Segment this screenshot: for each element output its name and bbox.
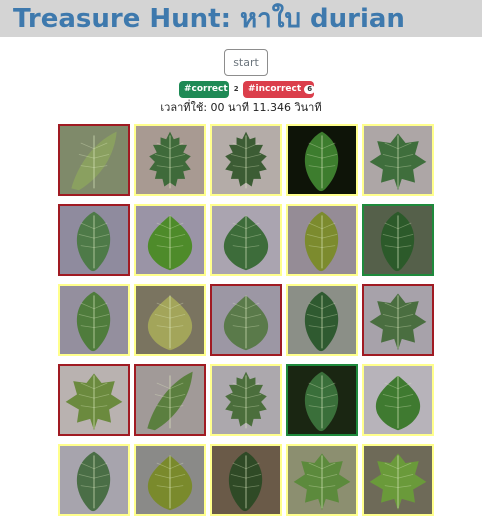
leaf-tile[interactable] bbox=[134, 284, 206, 356]
leaf-image bbox=[60, 206, 128, 274]
leaf-image bbox=[60, 286, 128, 354]
leaf-tile[interactable] bbox=[362, 204, 434, 276]
leaf-tile[interactable] bbox=[286, 364, 358, 436]
leaf-tile[interactable] bbox=[362, 364, 434, 436]
correct-count: 2 bbox=[230, 85, 242, 94]
leaf-image bbox=[136, 366, 204, 434]
leaf-image bbox=[288, 446, 356, 514]
leaf-image bbox=[288, 206, 356, 274]
leaf-tile[interactable] bbox=[134, 124, 206, 196]
leaf-tile[interactable] bbox=[58, 364, 130, 436]
start-button[interactable]: start bbox=[224, 49, 268, 76]
leaf-tile[interactable] bbox=[362, 444, 434, 516]
leaf-image bbox=[212, 126, 280, 194]
leaf-image bbox=[60, 446, 128, 514]
page-title: Treasure Hunt: หาใบ durian bbox=[13, 4, 405, 34]
leaf-tile[interactable] bbox=[58, 124, 130, 196]
leaf-image bbox=[212, 446, 280, 514]
leaf-tile[interactable] bbox=[134, 444, 206, 516]
leaf-image bbox=[136, 206, 204, 274]
leaf-image bbox=[212, 286, 280, 354]
leaf-image bbox=[288, 126, 356, 194]
leaf-tile[interactable] bbox=[362, 284, 434, 356]
leaf-tile-grid bbox=[58, 124, 434, 516]
title-bar: Treasure Hunt: หาใบ durian bbox=[0, 0, 482, 37]
leaf-image bbox=[136, 126, 204, 194]
leaf-tile[interactable] bbox=[134, 204, 206, 276]
correct-badge-label: #correct bbox=[184, 84, 228, 94]
leaf-tile[interactable] bbox=[58, 204, 130, 276]
leaf-image bbox=[136, 286, 204, 354]
leaf-image bbox=[136, 446, 204, 514]
leaf-tile[interactable] bbox=[286, 124, 358, 196]
incorrect-badge[interactable]: #incorrect 6 bbox=[243, 81, 316, 98]
leaf-image bbox=[364, 366, 432, 434]
incorrect-count: 6 bbox=[304, 85, 316, 94]
leaf-image bbox=[364, 446, 432, 514]
leaf-tile[interactable] bbox=[210, 204, 282, 276]
leaf-image bbox=[364, 126, 432, 194]
leaf-image bbox=[60, 366, 128, 434]
incorrect-badge-label: #incorrect bbox=[248, 84, 302, 94]
leaf-image bbox=[288, 286, 356, 354]
leaf-tile[interactable] bbox=[58, 284, 130, 356]
leaf-image bbox=[60, 126, 128, 194]
leaf-tile[interactable] bbox=[362, 124, 434, 196]
leaf-tile[interactable] bbox=[286, 444, 358, 516]
leaf-tile[interactable] bbox=[210, 124, 282, 196]
leaf-tile[interactable] bbox=[286, 284, 358, 356]
correct-badge[interactable]: #correct 2 bbox=[179, 81, 242, 98]
leaf-image bbox=[212, 366, 280, 434]
leaf-image bbox=[212, 206, 280, 274]
leaf-image bbox=[288, 366, 356, 434]
leaf-tile[interactable] bbox=[210, 284, 282, 356]
leaf-tile[interactable] bbox=[134, 364, 206, 436]
leaf-tile[interactable] bbox=[286, 204, 358, 276]
leaf-tile[interactable] bbox=[58, 444, 130, 516]
elapsed-timer: เวลาที่ใช้: 00 นาที 11.346 วินาที bbox=[160, 101, 322, 114]
leaf-tile[interactable] bbox=[210, 364, 282, 436]
leaf-image bbox=[364, 206, 432, 274]
leaf-tile[interactable] bbox=[210, 444, 282, 516]
leaf-image bbox=[364, 286, 432, 354]
